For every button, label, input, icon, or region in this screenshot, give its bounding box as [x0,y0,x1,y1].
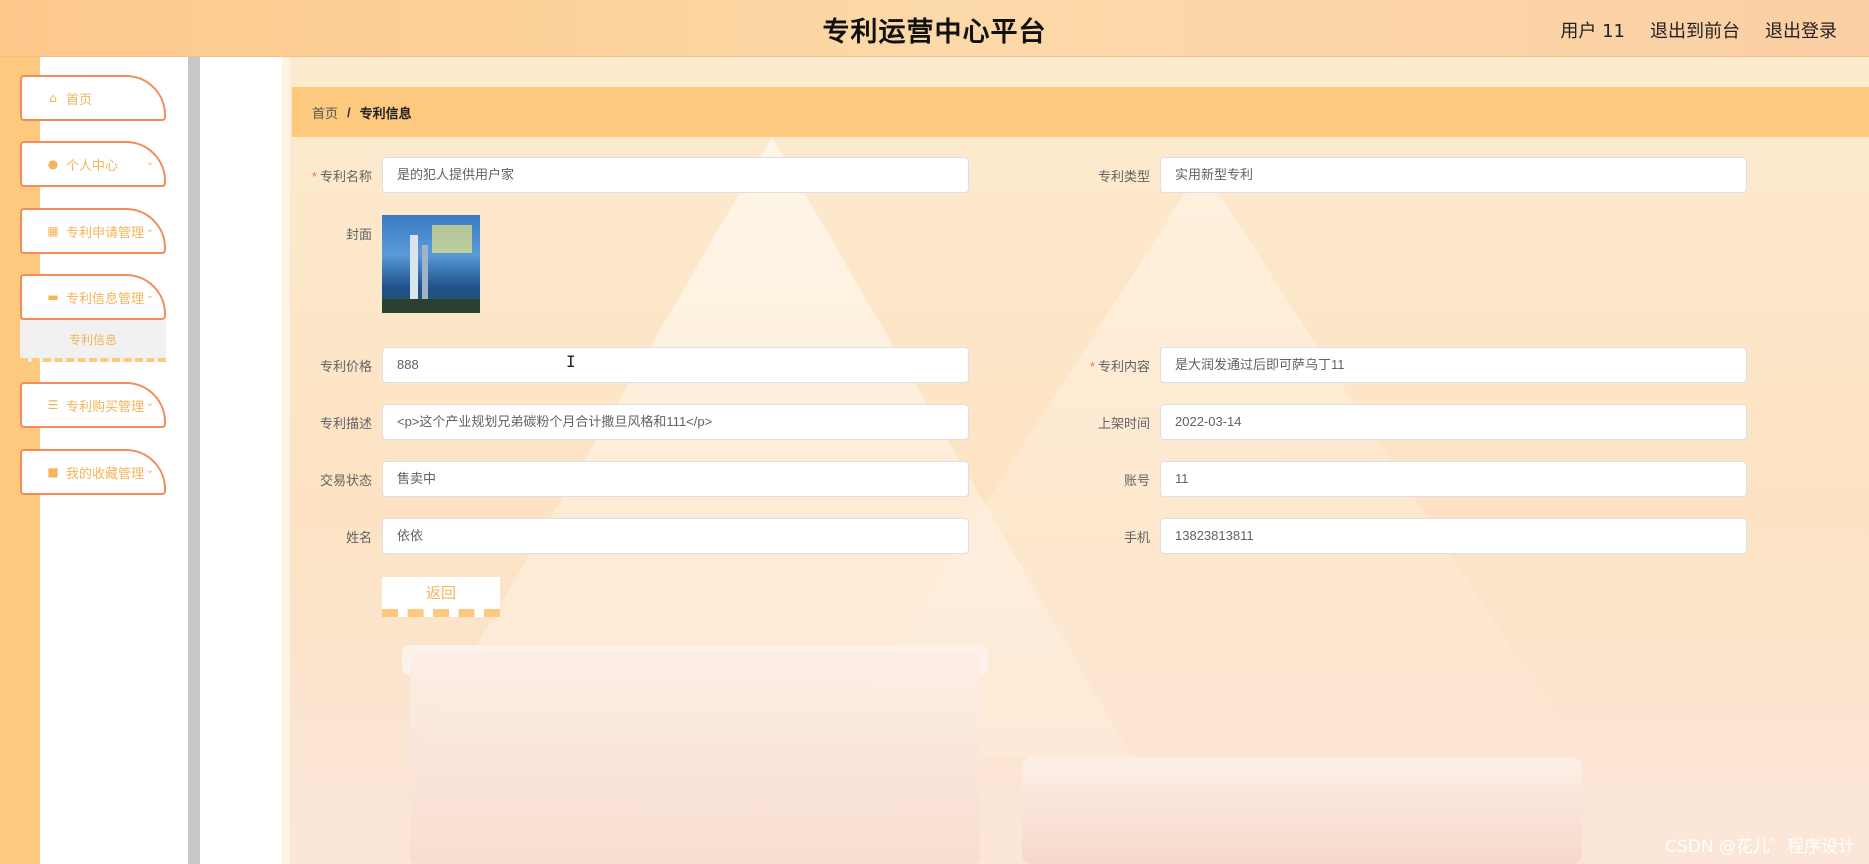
phone-field[interactable]: 13823813811 [1160,518,1747,554]
sidebar-item-label: 首页 [66,92,93,108]
description-field[interactable]: <p>这个产业规划兄弟碳粉个月合计撒旦风格和111</p> [382,404,969,440]
exit-to-front-link[interactable]: 退出到前台 [1650,17,1740,43]
account-label: 账号 [1123,473,1150,488]
sidebar-item-home[interactable]: ⌂ 首页 [20,75,166,121]
chevron-down-icon: ⌄ [145,398,154,409]
patent-name-field[interactable]: 是的犯人提供用户家 [382,157,969,193]
background-podium [410,653,980,864]
chevron-down-icon: ⌄ [145,465,154,476]
sidebar-item-label: 我的收藏管理 [66,466,145,482]
trade-status-label: 交易状态 [319,473,372,488]
name-field[interactable]: 依依 [382,518,969,554]
top-header: 专利运营中心平台 用户 11 退出到前台 退出登录 [0,0,1869,57]
price-label: 专利价格 [319,359,372,374]
breadcrumb: 首页 / 专利信息 [292,87,1869,137]
header-links: 用户 11 退出到前台 退出登录 [1560,17,1837,43]
submenu-patent-info[interactable]: 专利信息 [20,320,166,362]
sidebar-item-patent-apply[interactable]: ▦ 专利申请管理 ⌄ [20,208,166,254]
cover-image[interactable] [382,215,480,313]
content-field[interactable]: 是大润发通过后即可萨乌丁11 [1160,347,1747,383]
account-field[interactable]: 11 [1160,461,1747,497]
cover-sign [432,225,472,253]
user-label: 用户 11 [1560,21,1625,42]
sidebar-item-personal-center[interactable]: ● 个人中心 ⌄ [20,141,166,187]
logout-link[interactable]: 退出登录 [1765,17,1837,43]
background-slab [1022,757,1582,864]
patent-type-label: 专利类型 [1097,169,1150,184]
cover-label: 封面 [345,227,372,242]
chevron-down-icon: ⌄ [145,224,154,235]
bookmark-icon: ■ [47,465,59,479]
phone-label: 手机 [1123,530,1150,545]
shelf-time-field[interactable]: 2022-03-14 [1160,404,1747,440]
sidebar-item-label: 个人中心 [66,158,119,174]
grid-icon: ▦ [47,224,59,238]
chevron-down-icon: ⌄ [145,157,154,168]
sliders-icon: ☰ [47,398,59,412]
sidebar-item-favorites[interactable]: ■ 我的收藏管理 ⌄ [20,449,166,495]
shelf-time-label: 上架时间 [1097,416,1150,431]
sidebar-item-label: 专利申请管理 [66,225,145,241]
patent-type-field[interactable]: 实用新型专利 [1160,157,1747,193]
sidebar-item-patent-info[interactable]: ▬ 专利信息管理 ⌄ [20,274,166,320]
trade-status-field[interactable]: 售卖中 [382,461,969,497]
description-label: 专利描述 [319,416,372,431]
sidebar-scrollbar[interactable] [188,57,200,864]
sidebar-item-label: 专利信息管理 [66,291,145,307]
chevron-down-icon: ⌄ [145,290,154,301]
text-cursor-icon: I [566,352,576,371]
price-field[interactable]: 888 [382,347,969,383]
required-mark: * [1089,359,1095,374]
required-mark: * [311,169,317,184]
watermark: CSDN @花儿゛程序设计 [1665,837,1855,857]
briefcase-icon: ▬ [47,290,59,304]
home-icon: ⌂ [49,91,57,105]
sidebar-item-patent-purchase[interactable]: ☰ 专利购买管理 ⌄ [20,382,166,428]
back-button[interactable]: 返回 [382,577,500,617]
content-label: * 专利内容 [1089,359,1150,374]
breadcrumb-current: 专利信息 [359,105,412,121]
name-label: 姓名 [345,530,372,545]
breadcrumb-home[interactable]: 首页 [312,103,338,122]
sidebar-item-label: 专利购买管理 [66,399,145,415]
breadcrumb-separator: / [347,104,351,120]
user-icon: ● [47,157,59,171]
patent-name-label: * 专利名称 [311,169,372,184]
cover-ground [382,299,480,313]
